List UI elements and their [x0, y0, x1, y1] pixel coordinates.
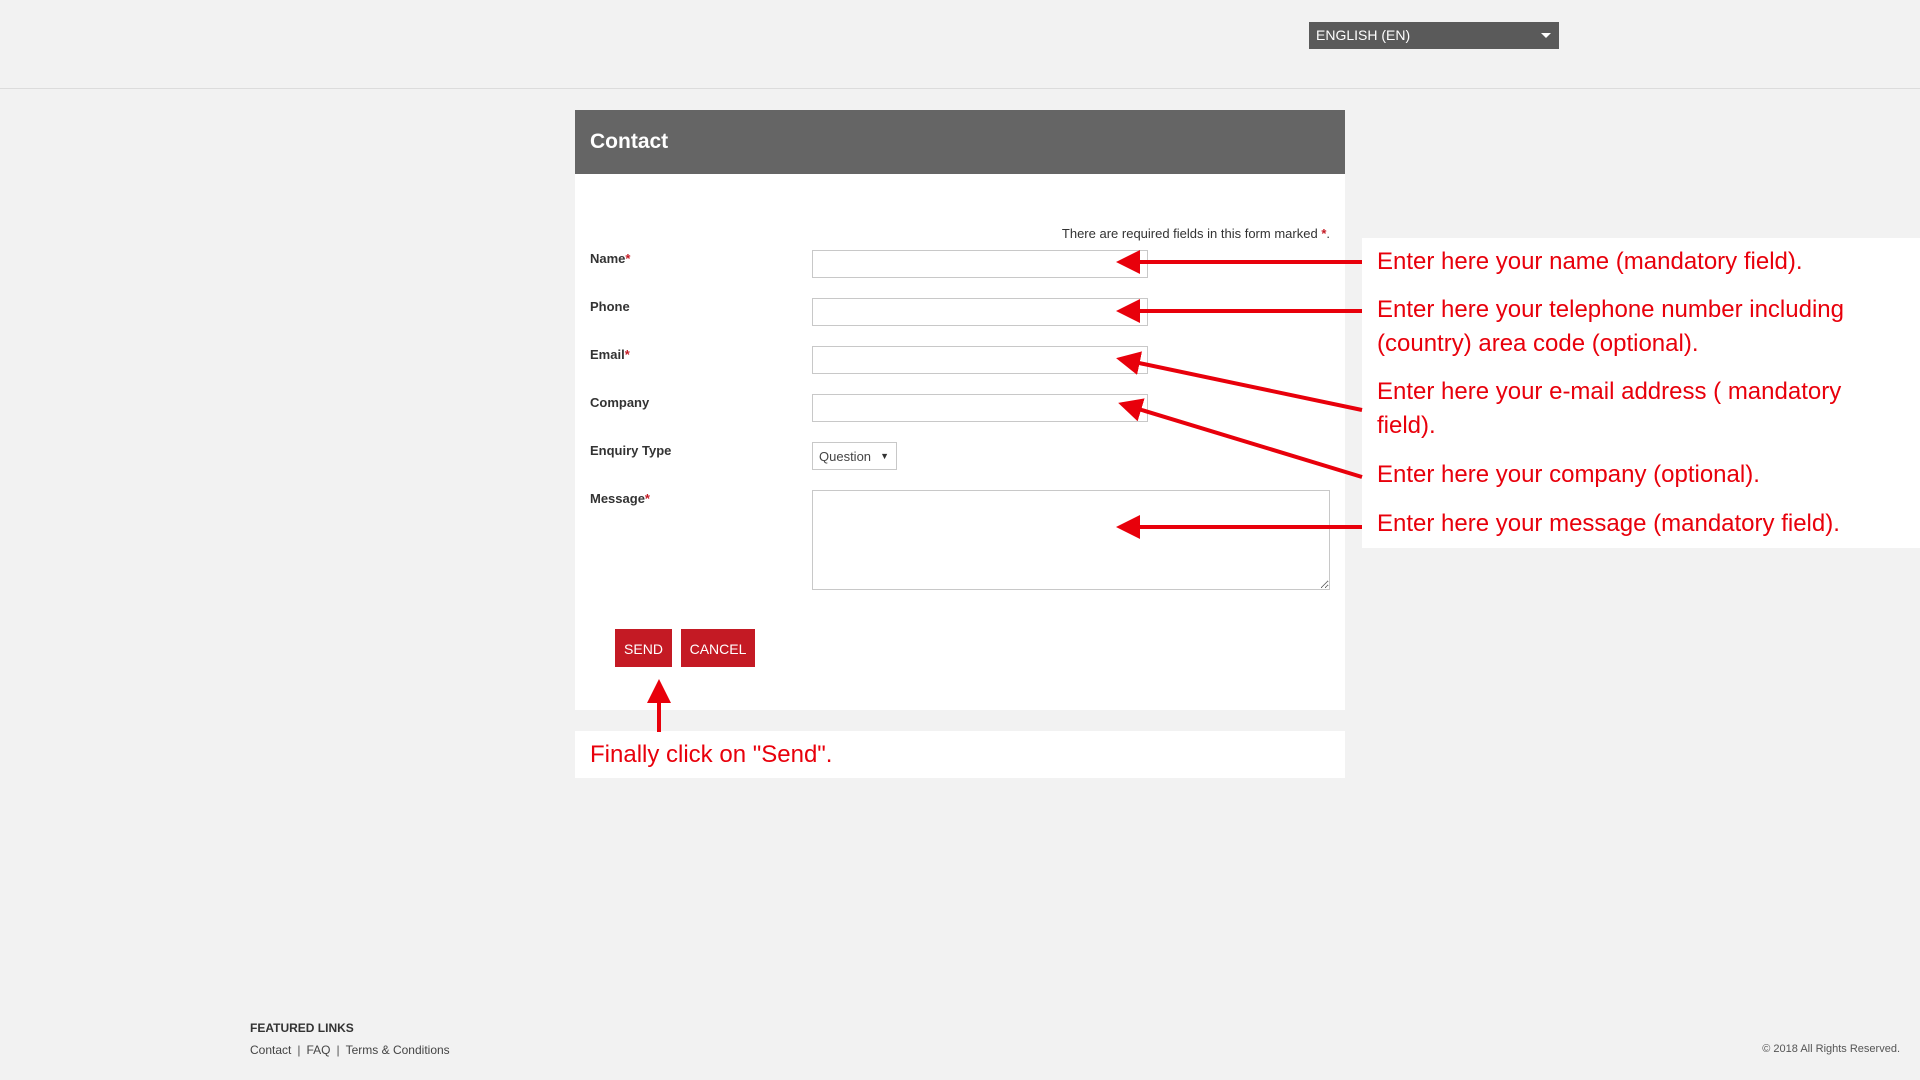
language-select-value: ENGLISH (EN) — [1316, 27, 1411, 43]
email-field[interactable] — [812, 346, 1148, 374]
annotation-send: Finally click on "Send". — [575, 731, 1345, 778]
footer-heading: FEATURED LINKS — [250, 1021, 354, 1035]
enquiry-type-value: Question — [819, 449, 872, 464]
enquiry-type-select[interactable]: Question ▼ — [812, 442, 897, 470]
caret-down-icon — [1541, 33, 1551, 38]
footer-link-terms[interactable]: Terms & Conditions — [346, 1043, 450, 1057]
name-field[interactable] — [812, 250, 1148, 278]
required-fields-note: There are required fields in this form m… — [1061, 226, 1330, 241]
cancel-button[interactable]: CANCEL — [681, 629, 755, 667]
footer-links: Contact | FAQ | Terms & Conditions — [250, 1043, 450, 1057]
annotation-company: Enter here your company (optional). — [1362, 450, 1920, 500]
copyright: © 2018 All Rights Reserved. — [1762, 1043, 1900, 1055]
send-button[interactable]: SEND — [615, 629, 672, 667]
name-label: Name* — [590, 251, 631, 266]
company-field[interactable] — [812, 394, 1148, 422]
email-label: Email* — [590, 347, 630, 362]
select-arrow-icon: ▼ — [880, 451, 889, 461]
footer-link-faq[interactable]: FAQ — [306, 1043, 330, 1057]
annotation-phone: Enter here your telephone number includi… — [1362, 286, 1920, 368]
language-select[interactable]: ENGLISH (EN) — [1309, 22, 1559, 49]
phone-label: Phone — [590, 299, 630, 314]
annotation-message: Enter here your message (mandatory field… — [1362, 500, 1920, 548]
panel-header: Contact — [575, 110, 1345, 174]
footer-link-contact[interactable]: Contact — [250, 1043, 291, 1057]
page-title: Contact — [590, 130, 669, 153]
annotation-name: Enter here your name (mandatory field). — [1362, 238, 1920, 286]
company-label: Company — [590, 395, 650, 410]
message-field[interactable] — [812, 490, 1330, 590]
enquiry-type-label: Enquiry Type — [590, 443, 672, 458]
phone-field[interactable] — [812, 298, 1148, 326]
message-label: Message* — [590, 491, 650, 506]
annotation-email: Enter here your e-mail address ( mandato… — [1362, 368, 1920, 450]
contact-panel: Contact There are required fields in thi… — [575, 110, 1345, 710]
top-bar: ENGLISH (EN) — [0, 0, 1920, 89]
